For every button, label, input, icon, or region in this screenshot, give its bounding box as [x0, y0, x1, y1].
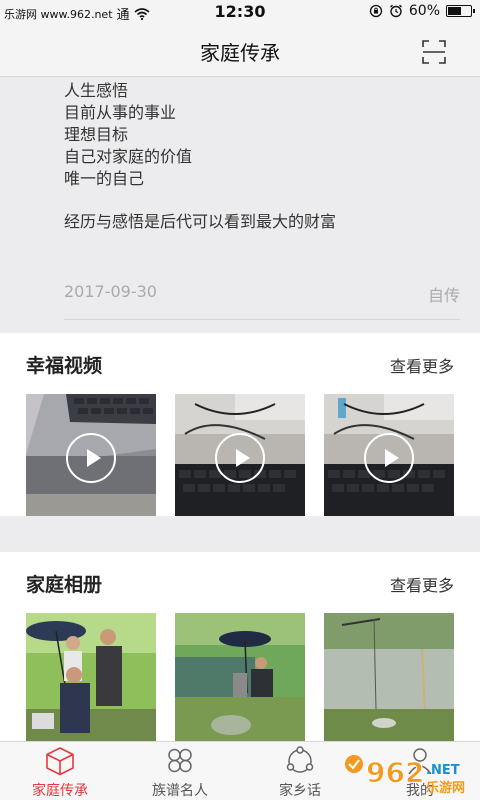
- rotation-lock-icon: [369, 4, 383, 18]
- bio-summary: 经历与感悟是后代可以看到最大的财富: [64, 212, 337, 231]
- share-icon: [286, 746, 314, 773]
- tab-family-heritage[interactable]: 家庭传承: [0, 742, 120, 800]
- tab-label: 家庭传承: [32, 783, 88, 799]
- photo-thumbnail-image: [175, 613, 305, 741]
- status-right: 60%: [369, 3, 475, 19]
- section-title: 幸福视频: [26, 355, 103, 377]
- play-icon: [364, 433, 414, 483]
- tab-genealogy-celebrities[interactable]: 族谱名人: [120, 742, 240, 800]
- section-header: 家庭相册 查看更多: [26, 570, 454, 596]
- bio-topic: 人生感悟: [64, 81, 129, 100]
- cube-icon: [46, 747, 74, 776]
- photo-thumbnail-image: [324, 613, 454, 741]
- video-thumbnail[interactable]: [324, 394, 454, 516]
- site-watermark-logo: 962 .NET 乐游网: [345, 755, 465, 796]
- bio-topic: 唯一的自己: [64, 169, 145, 188]
- tab-label: 族谱名人: [152, 783, 208, 799]
- svg-text:乐游网: 乐游网: [426, 780, 465, 796]
- videos-section: 幸福视频 查看更多: [0, 333, 480, 516]
- svg-text:.NET: .NET: [426, 763, 460, 778]
- status-bar: 乐游网 www.962.net 通 12:30 60%: [0, 0, 480, 24]
- battery-icon: [446, 5, 475, 17]
- nav-bar: 家庭传承: [0, 24, 480, 77]
- photo-thumbnail[interactable]: [324, 613, 454, 741]
- bio-topic: 目前从事的事业: [64, 103, 177, 122]
- album-section: 家庭相册 查看更多: [0, 552, 480, 741]
- battery-fill: [448, 7, 461, 15]
- bio-category-tag: 自传: [427, 286, 460, 305]
- scan-icon[interactable]: [422, 40, 446, 64]
- bio-topic-list: 人生感悟 目前从事的事业 理想目标 自己对家庭的价值 唯一的自己: [64, 80, 192, 190]
- photo-thumbnail-image: [26, 613, 156, 741]
- section-header: 幸福视频 查看更多: [26, 351, 454, 377]
- battery-percent: 60%: [408, 3, 440, 19]
- bio-topic: 自己对家庭的价值: [64, 147, 193, 166]
- album-more-link[interactable]: 查看更多: [390, 572, 454, 596]
- videos-more-link[interactable]: 查看更多: [390, 353, 454, 377]
- photo-thumbnail[interactable]: [26, 613, 156, 741]
- clover-icon: [168, 748, 192, 773]
- page-title: 家庭传承: [200, 41, 280, 65]
- play-icon: [215, 433, 265, 483]
- svg-text:962: 962: [366, 756, 424, 789]
- alarm-icon: [389, 4, 402, 18]
- bio-date: 2017-09-30: [64, 282, 157, 301]
- play-icon: [66, 433, 116, 483]
- divider: [64, 319, 460, 320]
- section-title: 家庭相册: [26, 574, 103, 596]
- video-thumbnail[interactable]: [175, 394, 305, 516]
- video-thumbnail[interactable]: [26, 394, 156, 516]
- bio-topic: 理想目标: [64, 125, 129, 144]
- photo-thumbnail[interactable]: [175, 613, 305, 741]
